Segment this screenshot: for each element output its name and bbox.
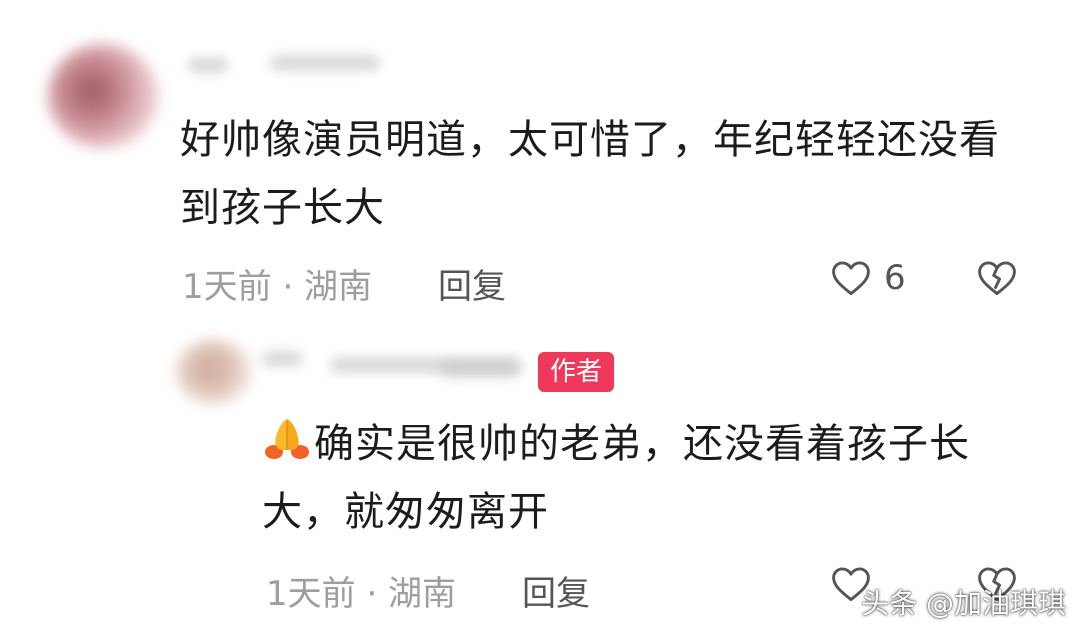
comment-text: 确实是很帅的老弟，还没看着孩子长大，就匆匆离开 bbox=[262, 421, 970, 535]
username-blurred[interactable] bbox=[188, 58, 228, 72]
comment-meta: 1天前 · 湖南 bbox=[182, 267, 373, 307]
watermark: 头条 @加油琪琪 bbox=[861, 587, 1066, 620]
heart-outline-icon bbox=[832, 261, 870, 296]
reply-button[interactable]: 回复 bbox=[522, 566, 590, 615]
author-badge: 作者 bbox=[538, 352, 615, 392]
dislike-button[interactable] bbox=[974, 256, 1020, 300]
like-button[interactable]: 6 bbox=[828, 256, 906, 300]
folded-hands-emoji-icon bbox=[265, 419, 309, 459]
username-blurred-extra bbox=[440, 362, 520, 376]
comment-text-container: 确实是很帅的老弟，还没看着孩子长大，就匆匆离开 bbox=[262, 410, 1042, 546]
like-count: 6 bbox=[884, 258, 906, 298]
username-blurred-extra bbox=[270, 56, 380, 70]
comment-meta: 1天前 · 湖南 bbox=[266, 574, 457, 614]
username-blurred[interactable] bbox=[262, 352, 302, 366]
reply-button[interactable]: 回复 bbox=[438, 259, 506, 308]
broken-heart-icon bbox=[978, 261, 1016, 296]
comment-text: 好帅像演员明道，太可惜了，年纪轻轻还没看到孩子长大 bbox=[180, 117, 1000, 231]
avatar[interactable] bbox=[48, 44, 158, 148]
avatar[interactable] bbox=[176, 340, 252, 404]
